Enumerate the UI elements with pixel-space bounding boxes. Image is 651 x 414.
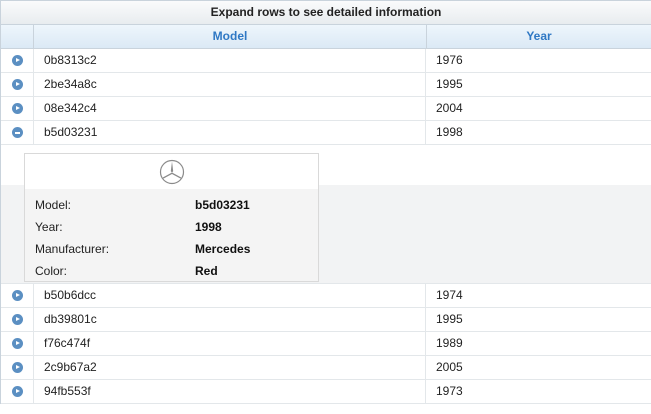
expander-column-header — [1, 25, 34, 48]
table-row-expanded[interactable]: b5d03231 1998 — [1, 121, 651, 145]
expand-row-icon[interactable] — [11, 103, 23, 114]
model-cell: b50b6dcc — [34, 284, 426, 307]
year-cell: 1995 — [436, 77, 463, 91]
table-row[interactable]: f76c474f 1989 — [1, 332, 651, 356]
detail-field-manufacturer: Manufacturer: Mercedes — [35, 238, 315, 260]
detail-label: Manufacturer: — [35, 242, 110, 256]
model-cell: db39801c — [34, 308, 426, 331]
year-cell: 1973 — [436, 384, 463, 398]
model-cell: f76c474f — [34, 332, 426, 355]
model-cell: 2c9b67a2 — [34, 356, 426, 379]
model-cell: b5d03231 — [34, 121, 426, 144]
expand-row-icon[interactable] — [11, 79, 23, 90]
expand-row-icon[interactable] — [11, 314, 23, 325]
table-row[interactable]: 08e342c4 2004 — [1, 97, 651, 121]
data-grid: Expand rows to see detailed information … — [0, 0, 651, 404]
mercedes-logo-icon — [159, 159, 184, 184]
row-detail-panel: Model: b5d03231 Year: 1998 Manufacturer:… — [1, 145, 651, 284]
model-cell: 08e342c4 — [34, 97, 426, 120]
detail-label: Year: — [35, 220, 63, 234]
detail-card: Model: b5d03231 Year: 1998 Manufacturer:… — [24, 153, 319, 282]
collapse-row-icon[interactable] — [11, 127, 23, 138]
expand-row-icon[interactable] — [11, 55, 23, 66]
expand-row-icon[interactable] — [11, 362, 23, 373]
column-header-model[interactable]: Model — [34, 25, 427, 48]
column-header-row: Model Year — [1, 25, 651, 49]
detail-field-year: Year: 1998 — [35, 216, 315, 238]
year-cell: 2004 — [436, 101, 463, 115]
detail-value: Red — [195, 264, 218, 278]
expand-row-icon[interactable] — [11, 386, 23, 397]
detail-value: Mercedes — [195, 242, 251, 256]
table-row[interactable]: 2be34a8c 1995 — [1, 73, 651, 97]
table-row[interactable]: 2c9b67a2 2005 — [1, 356, 651, 380]
table-row[interactable]: b50b6dcc 1974 — [1, 284, 651, 308]
expand-row-icon[interactable] — [11, 338, 23, 349]
model-cell: 2be34a8c — [34, 73, 426, 96]
table-row[interactable]: 94fb553f 1973 — [1, 380, 651, 404]
year-cell: 1974 — [436, 288, 463, 302]
detail-value: 1998 — [195, 220, 222, 234]
grid-caption: Expand rows to see detailed information — [1, 0, 651, 25]
year-cell: 1976 — [436, 53, 463, 67]
detail-field-color: Color: Red — [35, 260, 315, 282]
year-cell: 1989 — [436, 336, 463, 350]
detail-value: b5d03231 — [195, 198, 250, 212]
detail-label: Model: — [35, 198, 72, 212]
column-header-year[interactable]: Year — [427, 25, 651, 48]
year-cell: 2005 — [436, 360, 463, 374]
table-row[interactable]: db39801c 1995 — [1, 308, 651, 332]
model-cell: 94fb553f — [34, 380, 426, 403]
table-row[interactable]: 0b8313c2 1976 — [1, 49, 651, 73]
expand-row-icon[interactable] — [11, 290, 23, 301]
detail-label: Color: — [35, 264, 68, 278]
detail-field-model: Model: b5d03231 — [35, 194, 315, 216]
year-cell: 1995 — [436, 312, 463, 326]
model-cell: 0b8313c2 — [34, 49, 426, 72]
year-cell: 1998 — [436, 125, 463, 139]
